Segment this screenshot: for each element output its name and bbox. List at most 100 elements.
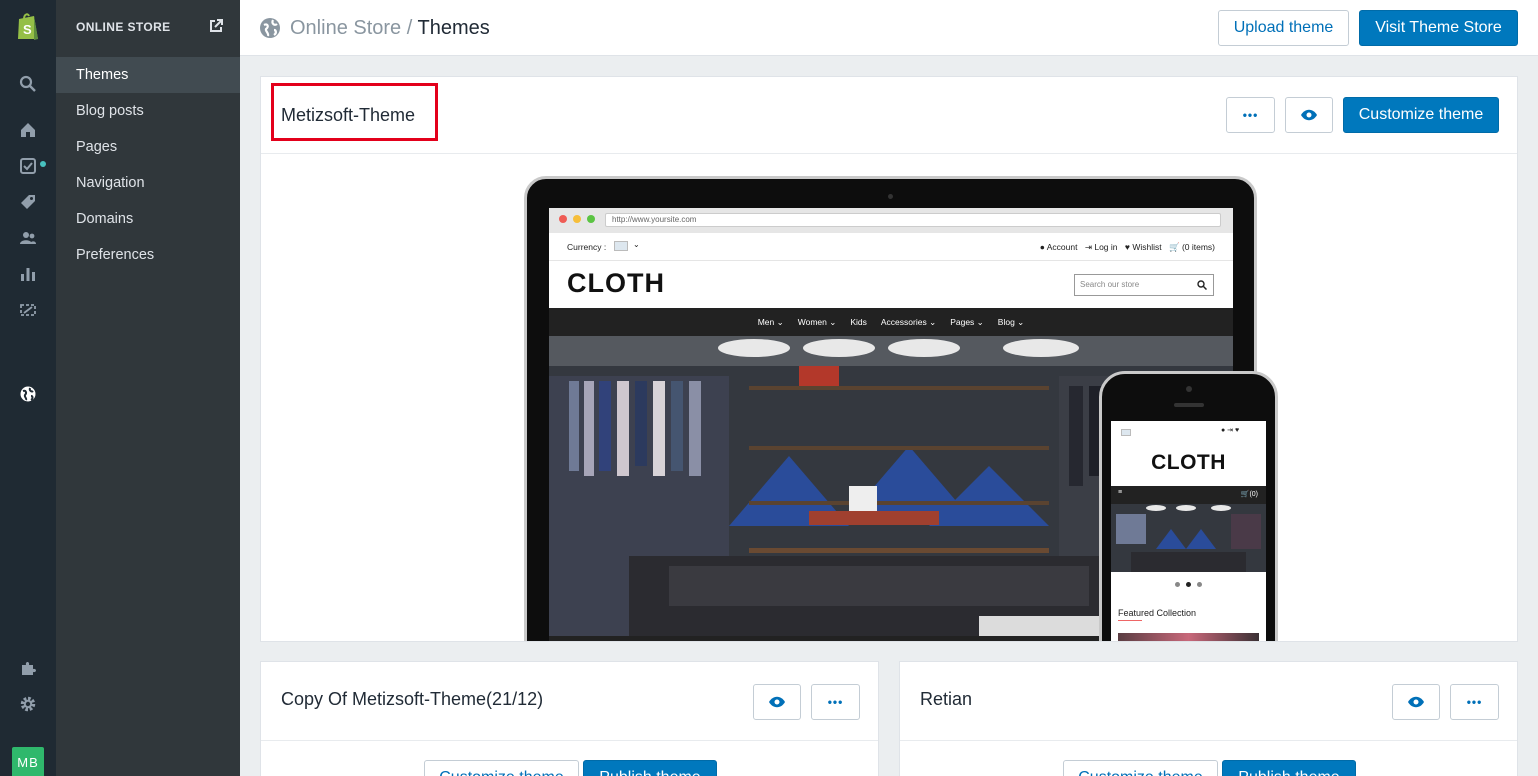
notification-dot xyxy=(40,161,46,167)
preview-button[interactable] xyxy=(1392,684,1440,720)
customers-icon[interactable] xyxy=(0,220,56,256)
wishlist-link: Wishlist xyxy=(1132,242,1162,252)
account-icon: ● xyxy=(1039,242,1045,252)
current-theme-name: Metizsoft-Theme xyxy=(281,105,416,125)
mobile-cart: 🛒(0) xyxy=(1240,491,1258,498)
browser-minimize-dot xyxy=(573,215,581,223)
home-icon[interactable] xyxy=(0,112,56,148)
mobile-account-icons: ● ⇥ ♥ xyxy=(1221,427,1240,434)
visit-theme-store-button[interactable]: Visit Theme Store xyxy=(1359,10,1518,46)
carousel-dot-1 xyxy=(1175,582,1180,587)
browser-close-dot xyxy=(559,215,567,223)
browser-maximize-dot xyxy=(587,215,595,223)
eye-icon xyxy=(1408,696,1424,708)
subnav-item-themes[interactable]: Themes xyxy=(56,57,240,93)
subnav-header: ONLINE STORE xyxy=(76,20,171,34)
icon-rail: S MB xyxy=(0,0,56,776)
breadcrumb-separator: / xyxy=(406,17,413,39)
account-links: ● Account ⇥ Log in ♥ Wishlist 🛒 (0 items… xyxy=(1040,242,1215,253)
mobile-currency-flag-icon xyxy=(1121,429,1131,436)
hamburger-icon: ≡ xyxy=(1118,489,1123,496)
avatar[interactable]: MB xyxy=(12,747,44,776)
analytics-icon[interactable] xyxy=(0,256,56,292)
theme-card: Retian ••• Customize theme Publish theme xyxy=(899,661,1518,776)
shopify-logo-icon[interactable]: S xyxy=(15,11,41,41)
preview-button[interactable] xyxy=(753,684,801,720)
more-actions-button[interactable]: ••• xyxy=(1226,97,1275,133)
subnav-item-pages[interactable]: Pages xyxy=(56,129,240,165)
theme-name: Retian xyxy=(920,689,973,709)
camera-dot xyxy=(888,194,893,199)
login-link: Log in xyxy=(1094,242,1118,252)
subnav-list: Themes Blog posts Pages Navigation Domai… xyxy=(56,57,240,273)
phone-camera-dot xyxy=(1186,386,1192,392)
mobile-nav: ≡ 🛒(0) xyxy=(1111,486,1266,504)
phone-screen: ● ⇥ ♥ CLOTH ≡ 🛒(0) Featured Collection xyxy=(1111,421,1266,641)
current-theme-card: Metizsoft-Theme ••• Customize theme http… xyxy=(260,76,1518,642)
more-actions-button[interactable]: ••• xyxy=(1450,684,1499,720)
phone-speaker xyxy=(1174,403,1204,407)
page-title: Themes xyxy=(417,17,490,39)
search-icon xyxy=(1197,280,1207,290)
external-link-icon[interactable] xyxy=(208,18,224,34)
site-topbar: Currency : ⌄ ● Account ⇥ Log in ♥ Wishli… xyxy=(549,233,1233,261)
subnav-item-blog-posts[interactable]: Blog posts xyxy=(56,93,240,129)
heart-icon: ♥ xyxy=(1124,242,1130,252)
theme-preview: http://www.yoursite.com Currency : ⌄ ● A… xyxy=(261,154,1517,641)
subnav-item-domains[interactable]: Domains xyxy=(56,201,240,237)
currency-flag-icon xyxy=(614,241,628,251)
subnav-item-navigation[interactable]: Navigation xyxy=(56,165,240,201)
card-divider xyxy=(261,740,878,741)
carousel-dot-3 xyxy=(1197,582,1202,587)
more-actions-button[interactable]: ••• xyxy=(811,684,860,720)
site-nav: Men ⌄ Women ⌄ Kids Accessories ⌄ Pages ⌄… xyxy=(549,308,1233,336)
chevron-down-icon: ⌄ xyxy=(633,240,640,249)
site-nav-kids: Kids xyxy=(850,317,867,327)
breadcrumb: Online Store / Themes xyxy=(290,17,490,40)
orders-icon[interactable] xyxy=(0,148,56,184)
page-header: Online Store / Themes Upload theme Visit… xyxy=(240,0,1538,56)
mobile-featured-collection: Featured Collection xyxy=(1118,608,1197,618)
subnav-item-preferences[interactable]: Preferences xyxy=(56,237,240,273)
carousel-dot-2 xyxy=(1186,582,1191,587)
eye-icon xyxy=(769,696,785,708)
mobile-hero-image xyxy=(1111,504,1266,572)
currency-label: Currency : xyxy=(567,242,607,252)
site-search: Search our store xyxy=(1074,274,1214,296)
featured-underline xyxy=(1118,620,1142,621)
card-divider xyxy=(900,740,1517,741)
online-store-nav: ONLINE STORE Themes Blog posts Pages Nav… xyxy=(56,0,240,776)
site-nav-women: Women ⌄ xyxy=(797,316,837,327)
customize-theme-button[interactable]: Customize theme xyxy=(424,760,579,776)
login-icon: ⇥ xyxy=(1084,242,1092,252)
eye-icon xyxy=(1301,109,1317,121)
cart-icon: 🛒 xyxy=(1168,242,1180,252)
site-logo: CLOTH xyxy=(567,268,665,298)
browser-url: http://www.yoursite.com xyxy=(605,213,1221,227)
search-icon[interactable] xyxy=(0,66,56,102)
mobile-site-logo: CLOTH xyxy=(1151,451,1226,474)
browser-bar: http://www.yoursite.com xyxy=(549,208,1233,233)
online-store-icon[interactable] xyxy=(0,376,56,412)
account-link: Account xyxy=(1046,242,1078,252)
site-nav-blog: Blog ⌄ xyxy=(997,316,1025,327)
cart-link: (0 items) xyxy=(1181,242,1215,252)
upload-theme-button[interactable]: Upload theme xyxy=(1218,10,1349,46)
breadcrumb-parent[interactable]: Online Store xyxy=(290,17,401,39)
apps-icon[interactable] xyxy=(0,650,56,686)
site-search-placeholder: Search our store xyxy=(1080,280,1140,289)
site-nav-pages: Pages ⌄ xyxy=(950,316,984,327)
publish-theme-button[interactable]: Publish theme xyxy=(583,760,717,776)
preview-button[interactable] xyxy=(1285,97,1333,133)
theme-name: Copy Of Metizsoft-Theme(21/12) xyxy=(281,689,544,709)
settings-icon[interactable] xyxy=(0,686,56,722)
customize-theme-button[interactable]: Customize theme xyxy=(1063,760,1218,776)
mobile-product-image xyxy=(1118,633,1259,641)
site-nav-men: Men ⌄ xyxy=(757,316,784,327)
customize-theme-button[interactable]: Customize theme xyxy=(1343,97,1499,133)
online-store-icon xyxy=(260,18,280,38)
publish-theme-button[interactable]: Publish theme xyxy=(1222,760,1356,776)
discounts-icon[interactable] xyxy=(0,292,56,328)
products-icon[interactable] xyxy=(0,184,56,220)
site-nav-accessories: Accessories ⌄ xyxy=(880,316,937,327)
